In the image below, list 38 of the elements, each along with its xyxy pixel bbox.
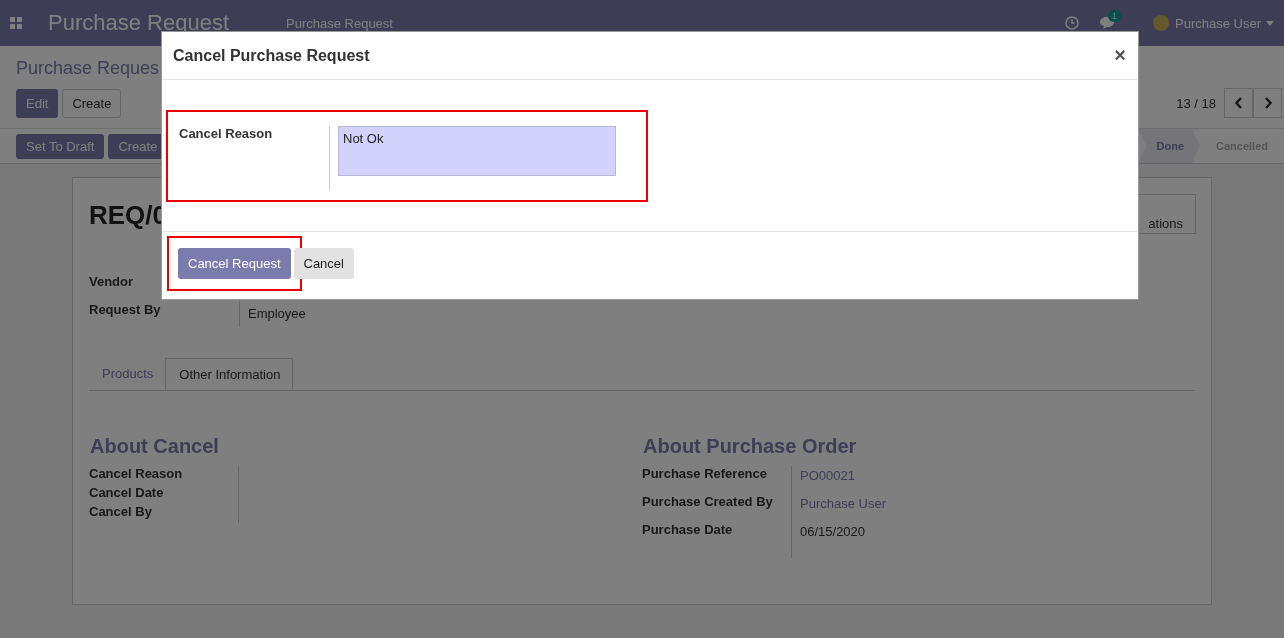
- field-label: Purchase Reference: [642, 466, 768, 483]
- cancel-button[interactable]: Cancel: [293, 248, 354, 279]
- next-button[interactable]: [1253, 88, 1282, 118]
- pager-count: 13 / 18: [1176, 95, 1216, 111]
- field-value: Employee: [248, 306, 306, 321]
- field-label: Cancel Reason: [89, 466, 184, 483]
- group-heading: About Purchase Order: [643, 435, 858, 458]
- avatar-icon: [1153, 15, 1169, 31]
- user-menu[interactable]: Purchase User: [1175, 15, 1261, 31]
- clock-icon[interactable]: [1065, 16, 1079, 30]
- tab[interactable]: Products: [89, 358, 166, 390]
- group-heading: About Cancel: [90, 435, 220, 458]
- chevron-left-icon[interactable]: [1234, 97, 1243, 109]
- notification-badge: 1: [1108, 10, 1122, 22]
- cancel-request-button[interactable]: Cancel Request: [178, 248, 291, 279]
- action-button[interactable]: Set To Draft: [16, 133, 105, 159]
- field-label: Cancel By: [89, 504, 153, 521]
- field-link[interactable]: Purchase User: [800, 496, 886, 524]
- field-label: Purchase Date: [642, 522, 734, 539]
- field-label: Cancel Reason: [179, 126, 274, 143]
- reason-field[interactable]: Not Ok: [338, 126, 616, 176]
- field-label: Purchase Created By: [642, 494, 774, 511]
- field-label: Cancel Date: [89, 485, 165, 502]
- previous-button[interactable]: [1224, 88, 1253, 118]
- chevron-right-icon[interactable]: [1263, 97, 1272, 109]
- tab[interactable]: Other Information: [165, 358, 294, 390]
- dialog-title: Cancel Purchase Request: [173, 46, 370, 65]
- create-button[interactable]: Create: [62, 88, 122, 118]
- field-link[interactable]: PO00021: [800, 468, 886, 496]
- close-button[interactable]: ×: [1114, 44, 1126, 67]
- caret-icon[interactable]: [1266, 20, 1274, 26]
- menu-item[interactable]: Purchase Request: [286, 15, 393, 31]
- edit-button[interactable]: Edit: [16, 88, 59, 118]
- app-title: Purchase Request: [48, 10, 229, 36]
- field-label: Vendor: [89, 274, 134, 289]
- field-value: 06/15/2020: [800, 524, 867, 541]
- field-label: Request By: [89, 302, 161, 317]
- apps-icon[interactable]: [10, 17, 22, 29]
